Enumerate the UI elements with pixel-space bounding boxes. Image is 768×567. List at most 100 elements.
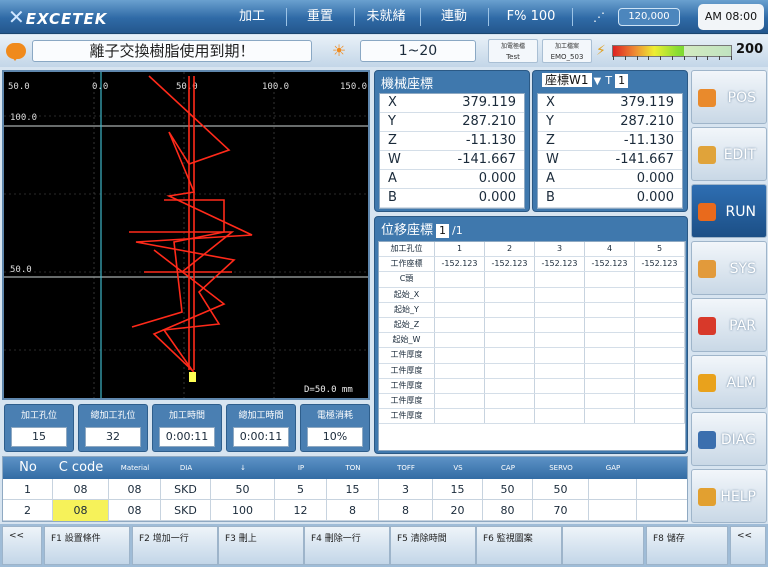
table-cell[interactable] [589,500,637,521]
offset-cell[interactable] [435,317,485,333]
menu-not-ready[interactable]: 未就緒 [360,0,412,34]
offset-cell[interactable] [535,409,585,424]
column-header[interactable]: VS [433,457,483,479]
offset-cell[interactable] [635,302,685,317]
column-header[interactable]: CAP [483,457,533,479]
column-header[interactable]: ↓ [211,457,275,479]
offset-cell[interactable]: -152.123 [535,257,585,272]
nav-run-button[interactable]: RUN [691,184,767,238]
offset-cell[interactable] [435,363,485,378]
offset-cell[interactable] [535,363,585,378]
table-cell[interactable]: 5 [275,479,327,500]
offset-cell[interactable] [585,393,635,409]
offset-cell[interactable] [535,317,585,333]
offset-cell[interactable] [535,287,585,302]
offset-page-number[interactable]: 1 [436,224,450,238]
offset-cell[interactable] [485,363,535,378]
function-key[interactable]: F8 儲存 [646,526,728,565]
offset-cell[interactable] [635,409,685,424]
menu-machining[interactable]: 加工 [226,0,278,34]
hole-range[interactable]: 1~20 [360,40,476,62]
function-key[interactable]: << [730,526,766,565]
table-cell[interactable]: 12 [275,500,327,521]
column-header[interactable]: IP [275,457,327,479]
function-key[interactable]: F1 設置條件 [44,526,130,565]
table-cell[interactable]: 15 [327,479,379,500]
table-row[interactable]: 1 08 08 SKD 50 5 15 3 15 50 50 [3,479,687,500]
offset-cell[interactable] [485,393,535,409]
column-header[interactable]: SERVO [533,457,589,479]
speed-display[interactable]: 120,000 [618,8,680,26]
offset-cell[interactable] [585,363,635,378]
nav-alm-button[interactable]: ALM [691,355,767,409]
offset-cell[interactable] [435,378,485,393]
offset-cell[interactable] [485,317,535,333]
offset-cell[interactable] [535,302,585,317]
table-cell[interactable]: 50 [211,479,275,500]
offset-cell[interactable] [435,287,485,302]
offset-table[interactable]: 加工孔位 1 2 3 4 5 工作座標 -152.123 -152.123 -152.123 -15… [378,241,686,451]
column-header[interactable]: TON [327,457,379,479]
table-cell[interactable]: 100 [211,500,275,521]
function-key[interactable]: F6 監視圖案 [476,526,562,565]
table-cell[interactable]: SKD [161,500,211,521]
table-cell[interactable]: SKD [161,479,211,500]
offset-cell[interactable] [485,272,535,287]
offset-cell[interactable] [535,348,585,363]
machining-parameters-table[interactable]: No C code Material DIA ↓ IP TON TOFF VS CAP SERVO G… [2,456,688,522]
column-header[interactable]: TOFF [379,457,433,479]
offset-cell[interactable] [435,393,485,409]
tool-path-plot[interactable]: 50.0 0.0 50.0 100.0 150.0 100.0 50.0 D=5… [2,70,370,400]
function-key[interactable]: F4 刪除一行 [304,526,390,565]
column-header[interactable]: No [3,457,53,479]
menu-linked[interactable]: 連動 [428,0,480,34]
table-cell[interactable]: 8 [327,500,379,521]
nav-pos-button[interactable]: POS [691,70,767,124]
nav-help-button[interactable]: HELP [691,469,767,523]
offset-cell[interactable] [585,317,635,333]
table-cell[interactable]: 8 [379,500,433,521]
function-key[interactable]: F2 增加一行 [132,526,218,565]
offset-cell[interactable] [585,348,635,363]
table-cell[interactable]: 08 [109,479,161,500]
nav-sys-button[interactable]: SYS [691,241,767,295]
offset-cell[interactable] [585,409,635,424]
offset-cell[interactable] [485,348,535,363]
table-cell[interactable]: 50 [483,479,533,500]
table-cell[interactable]: 20 [433,500,483,521]
table-cell[interactable]: 08 [53,500,109,521]
offset-cell[interactable] [435,302,485,317]
offset-cell[interactable] [585,287,635,302]
offset-cell[interactable] [635,348,685,363]
offset-cell[interactable]: -152.123 [435,257,485,272]
offset-cell[interactable] [635,393,685,409]
offset-cell[interactable]: -152.123 [635,257,685,272]
function-key[interactable]: F3 刪上 [218,526,304,565]
table-row[interactable]: 2 08 08 SKD 100 12 8 8 20 80 70 [3,500,687,521]
table-cell[interactable]: 08 [53,479,109,500]
offset-cell[interactable] [485,378,535,393]
function-key[interactable] [562,526,644,565]
offset-cell[interactable] [485,302,535,317]
offset-cell[interactable] [535,333,585,348]
coordinate-system-select[interactable]: 座標W1 [542,73,592,87]
offset-cell[interactable] [635,317,685,333]
table-cell[interactable]: 3 [379,479,433,500]
offset-cell[interactable] [635,333,685,348]
function-key[interactable]: F5 清除時間 [390,526,476,565]
tool-number[interactable]: 1 [615,74,629,88]
offset-cell[interactable]: -152.123 [485,257,535,272]
offset-cell[interactable] [635,378,685,393]
offset-cell[interactable] [485,333,535,348]
offset-cell[interactable] [585,378,635,393]
table-cell[interactable]: 70 [533,500,589,521]
table-cell[interactable]: 15 [433,479,483,500]
column-header[interactable]: C code [53,457,109,479]
offset-cell[interactable] [585,302,635,317]
table-cell[interactable]: 80 [483,500,533,521]
column-header[interactable]: Material [109,457,161,479]
offset-cell[interactable] [435,348,485,363]
offset-cell[interactable] [535,378,585,393]
feed-rate[interactable]: F% 100 [496,0,566,34]
nav-edit-button[interactable]: EDIT [691,127,767,181]
